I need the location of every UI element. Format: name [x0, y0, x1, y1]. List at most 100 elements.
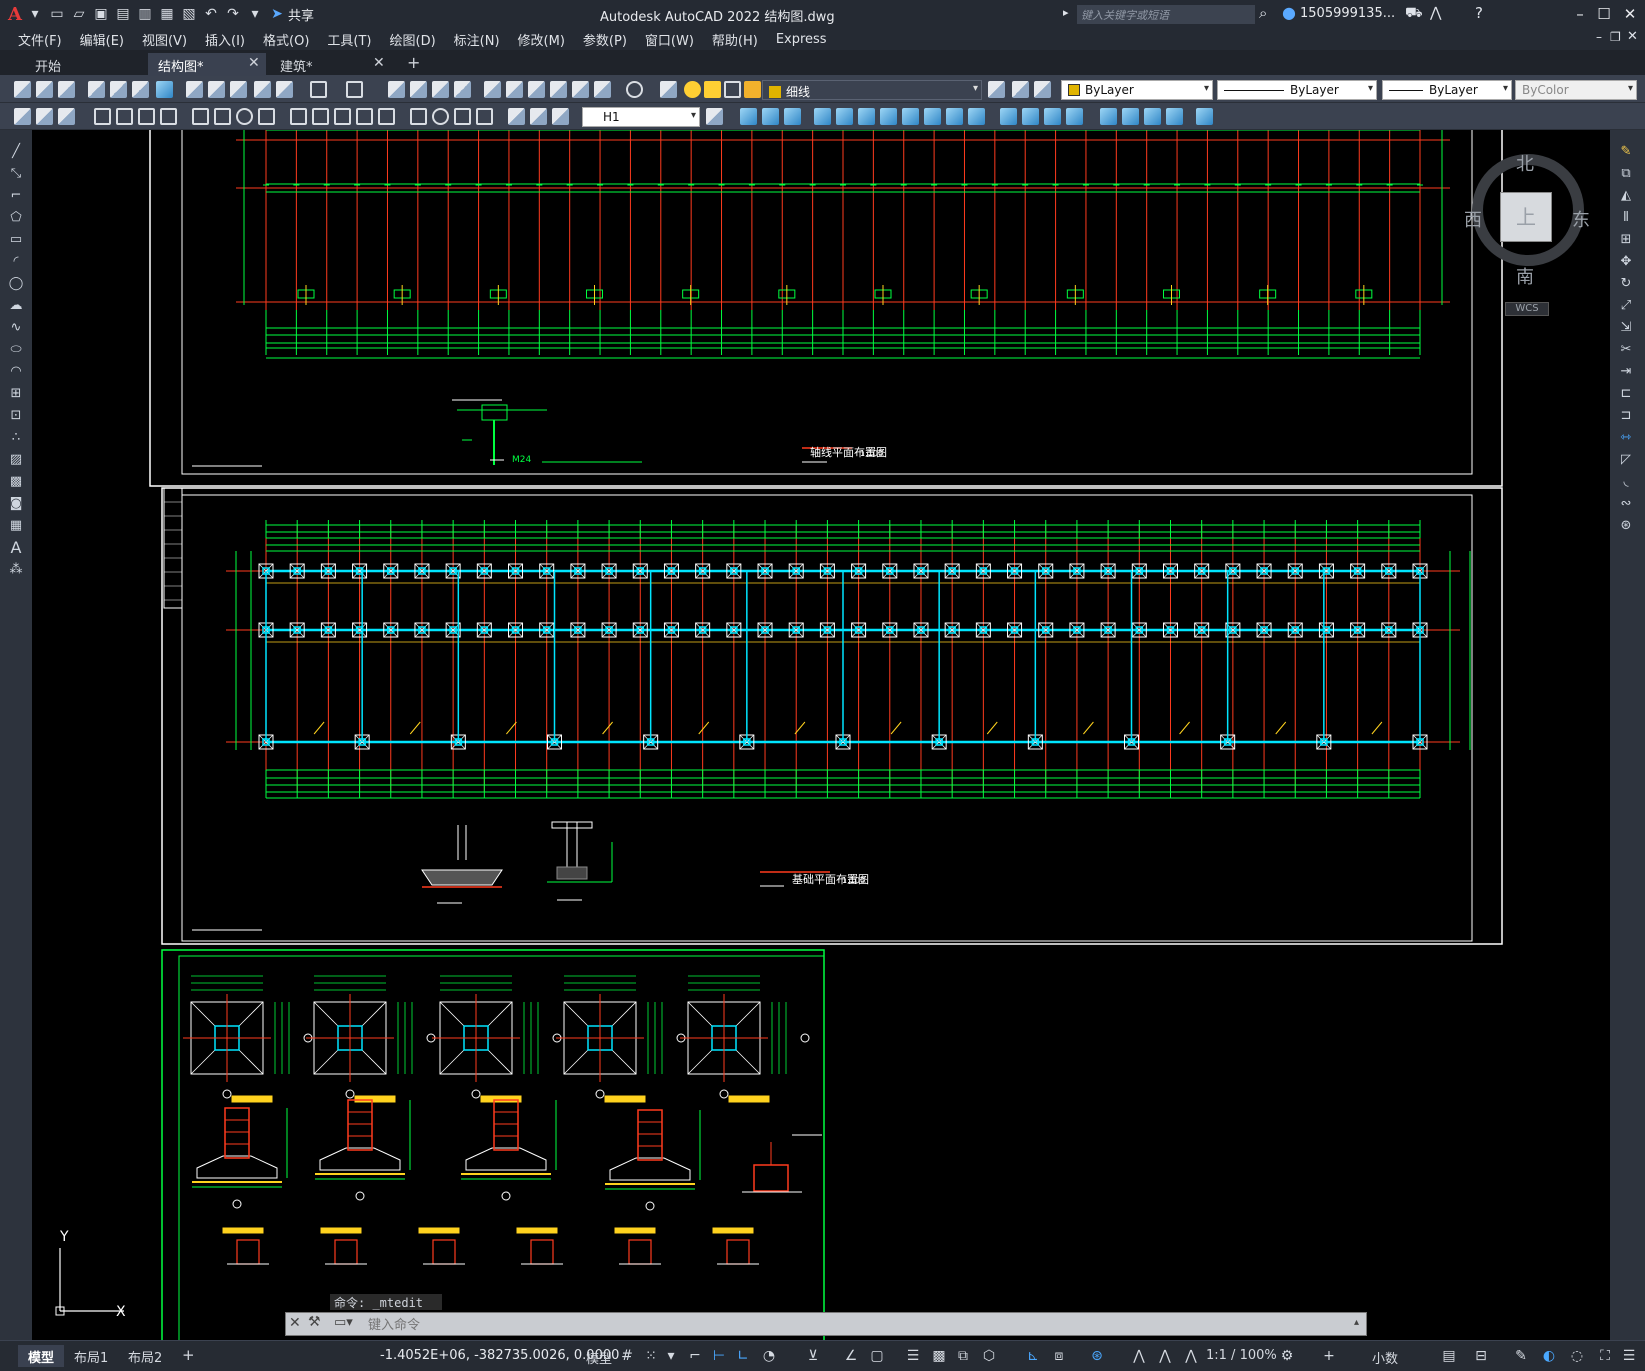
angular-dimension-icon[interactable] [258, 108, 275, 125]
add-selected-icon[interactable]: ⁂ [8, 562, 24, 578]
undo-icon[interactable] [310, 81, 327, 98]
selection-filter-icon[interactable]: ⧈ [1050, 1347, 1068, 1365]
extend-icon[interactable] [968, 108, 985, 125]
color-dropdown[interactable]: ByLayer ▾ [1061, 80, 1213, 100]
share-label[interactable]: 共享 [288, 5, 314, 24]
new-tab-icon[interactable]: + [407, 53, 420, 72]
mirror-icon[interactable]: ◭ [1618, 188, 1634, 204]
annotation-scale-icon[interactable]: ⋀ [1182, 1347, 1200, 1365]
array-icon[interactable] [836, 108, 853, 125]
tab-start[interactable]: 开始 [25, 53, 145, 76]
chevron-up-icon[interactable]: ▴ [1354, 1317, 1359, 1328]
insert-block-icon[interactable]: ⊞ [8, 386, 24, 402]
doc-close-icon[interactable]: ✕ [1627, 29, 1638, 44]
lineweight-dropdown[interactable]: ByLayer ▾ [1382, 80, 1512, 100]
join-icon[interactable] [1022, 108, 1039, 125]
chamfer-icon[interactable]: ◸ [1618, 452, 1634, 468]
aligned-dimension-icon[interactable] [116, 108, 133, 125]
menu-tools[interactable]: 工具(T) [322, 30, 384, 49]
menu-file[interactable]: 文件(F) [0, 30, 75, 49]
compass-west[interactable]: 西 [1464, 206, 1482, 232]
continue-dimension-icon[interactable] [334, 108, 351, 125]
publish-icon[interactable] [132, 81, 149, 98]
scale-icon[interactable]: ⤢ [1618, 298, 1634, 314]
bring-to-front-icon[interactable] [1144, 108, 1161, 125]
redo-icon[interactable]: ↷ [224, 6, 242, 22]
ordinate-dimension-icon[interactable] [160, 108, 177, 125]
dynamic-ucs-icon[interactable]: ⊾ [1024, 1347, 1042, 1365]
polygon-icon[interactable]: ⬠ [8, 210, 24, 226]
rotate-icon[interactable] [880, 108, 897, 125]
data-extraction-icon[interactable] [58, 108, 75, 125]
command-input[interactable] [368, 1315, 1348, 1333]
layer-states-icon[interactable] [1034, 81, 1051, 98]
tab-layout2[interactable]: 布局2 [118, 1345, 172, 1367]
inspection-icon[interactable] [454, 108, 471, 125]
tolerance-icon[interactable] [410, 108, 427, 125]
offset-icon[interactable]: ⫴ [1618, 210, 1634, 226]
match-properties-icon[interactable] [254, 81, 271, 98]
new-file-icon[interactable]: ▭ [48, 6, 66, 22]
cart-icon[interactable]: ⛟ [1405, 5, 1423, 23]
trim-icon[interactable] [946, 108, 963, 125]
design-center-icon[interactable] [506, 81, 523, 98]
menu-modify[interactable]: 修改(M) [513, 30, 578, 49]
make-block-icon[interactable]: ⊡ [8, 408, 24, 424]
move-icon[interactable]: ✥ [1618, 254, 1634, 270]
viewcube[interactable]: 上 北 南 东 西 WCS [1464, 150, 1590, 316]
save-icon[interactable] [58, 81, 75, 98]
dimension-style-icon[interactable] [706, 108, 723, 125]
rotate-icon[interactable]: ↻ [1618, 276, 1634, 292]
table-icon[interactable]: ▦ [8, 518, 24, 534]
make-current-layer-icon[interactable] [988, 81, 1005, 98]
block-editor-icon[interactable] [276, 81, 293, 98]
coordinates-readout[interactable]: -1.4052E+06, -382735.0026, 0.0000 [380, 1348, 619, 1363]
3d-dwf-icon[interactable] [156, 81, 173, 98]
open-file-icon[interactable]: ▱ [70, 6, 88, 22]
tab-architecture[interactable]: 建筑* [270, 53, 390, 76]
annotation-scale[interactable]: 1:1 / 100% [1206, 1348, 1277, 1363]
plot-preview-icon[interactable] [110, 81, 127, 98]
web-open-icon[interactable]: ▥ [136, 6, 154, 22]
zoom-previous-icon[interactable] [454, 81, 471, 98]
doc-minimize-icon[interactable]: – [1596, 30, 1602, 44]
annotation-visibility-icon[interactable]: ⋀ [1130, 1347, 1148, 1365]
hatch-icon[interactable]: ▨ [8, 452, 24, 468]
save-as-icon[interactable]: ▤ [114, 6, 132, 22]
trim-icon[interactable]: ✂ [1618, 342, 1634, 358]
annotation-monitor-icon[interactable]: + [1320, 1347, 1338, 1365]
3d-osnap-icon[interactable]: ⬡ [980, 1347, 998, 1365]
offset-icon[interactable] [814, 108, 831, 125]
polar-tracking-icon[interactable]: ◔ [760, 1347, 778, 1365]
ellipse-arc-icon[interactable]: ◠ [8, 364, 24, 380]
revision-cloud-icon[interactable]: ☁ [8, 298, 24, 314]
construction-line-icon[interactable]: ⤡ [8, 166, 24, 182]
dimension-break-icon[interactable] [378, 108, 395, 125]
baseline-dimension-icon[interactable] [312, 108, 329, 125]
web-save-icon[interactable]: ▦ [158, 6, 176, 22]
search-input[interactable]: 键入关键字或短语 [1077, 5, 1255, 24]
close-tab-icon[interactable]: ✕ [373, 55, 385, 71]
compass-north[interactable]: 北 [1516, 150, 1534, 176]
object-snap-tracking-icon[interactable]: ∠ [842, 1347, 860, 1365]
arc-length-icon[interactable] [138, 108, 155, 125]
undo-icon[interactable]: ↶ [202, 6, 220, 22]
dimension-update-icon[interactable] [552, 108, 569, 125]
infer-constraints-icon[interactable]: ⌐ [686, 1347, 704, 1365]
group-icon[interactable] [1196, 108, 1213, 125]
gradient-icon[interactable]: ▩ [8, 474, 24, 490]
menu-express[interactable]: Express [771, 32, 840, 47]
help-icon[interactable] [626, 81, 643, 98]
snap-icon[interactable]: ⁙ [642, 1347, 660, 1365]
grid-icon[interactable]: # [618, 1347, 636, 1365]
join-icon[interactable]: ⇿ [1618, 430, 1634, 446]
minimize-button[interactable]: – [1568, 3, 1592, 25]
units-dropdown[interactable]: 小数 [1372, 1348, 1398, 1367]
chamfer-icon[interactable] [1044, 108, 1061, 125]
explode-icon[interactable]: ⊛ [1618, 518, 1634, 534]
compass-south[interactable]: 南 [1516, 263, 1534, 289]
jogged-dimension-icon[interactable] [214, 108, 231, 125]
user-icon[interactable]: ● [1282, 3, 1296, 22]
menu-draw[interactable]: 绘图(D) [385, 30, 449, 49]
plotstyle-dropdown[interactable]: ByColor ▾ [1515, 80, 1637, 100]
